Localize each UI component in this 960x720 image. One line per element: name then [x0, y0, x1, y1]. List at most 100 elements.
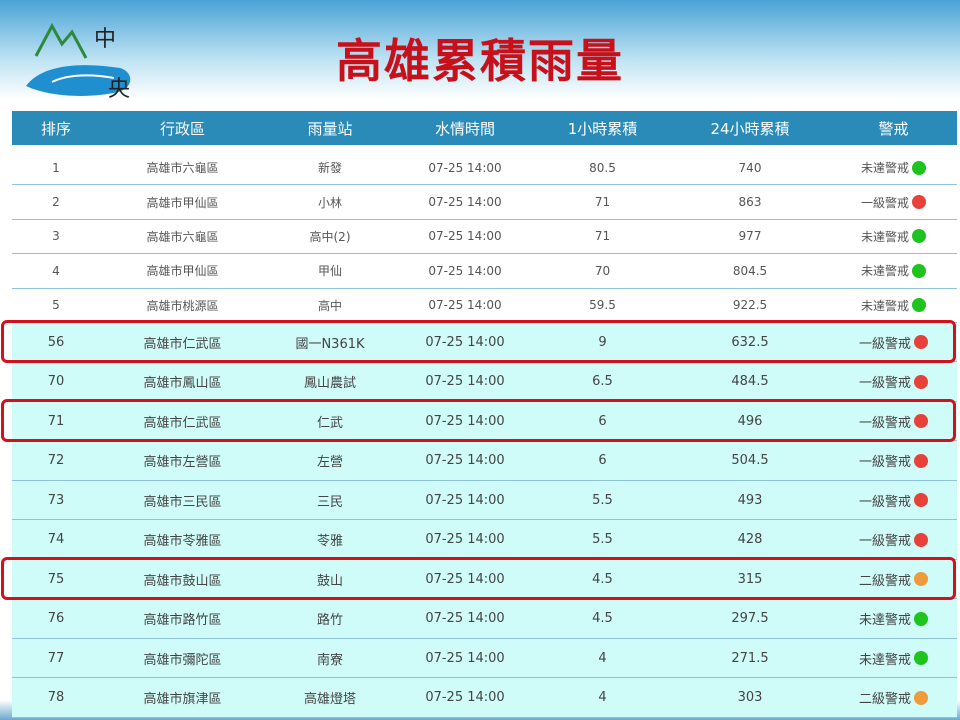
- cell-time: 07-25 14:00: [425, 453, 505, 469]
- cell-time: 07-25 14:00: [428, 263, 502, 278]
- cell-24h: 977: [738, 229, 762, 244]
- cell-1h: 4.5: [592, 611, 613, 627]
- status-dot-icon: [914, 414, 928, 429]
- cell-alert: 未達警戒: [830, 159, 957, 176]
- cell-station: 鳳山農試: [303, 376, 356, 392]
- cell-time: 07-25 14:00: [428, 195, 502, 210]
- cell-rank: 71: [47, 413, 65, 429]
- svg-text:央: 央: [108, 77, 130, 102]
- table-row[interactable]: 76 高雄市路竹區 路竹 07-25 14:00 4.5 297.5 未達警戒: [12, 599, 957, 639]
- cell-station: 南寮: [316, 652, 343, 668]
- status-dot-icon: [914, 374, 928, 389]
- status-dot-icon: [914, 611, 928, 626]
- table-row[interactable]: 71 高雄市仁武區 仁武 07-25 14:00 6 496 一級警戒: [12, 401, 957, 442]
- cell-station: 苓雅: [316, 534, 343, 550]
- table-row[interactable]: 72 高雄市左營區 左營 07-25 14:00 6 504.5 一級警戒: [12, 441, 957, 481]
- col-time-header[interactable]: 水情時間: [395, 118, 535, 139]
- cell-alert: 二級警戒: [830, 688, 957, 707]
- cell-rank: 78: [47, 690, 65, 706]
- cell-rank: 73: [47, 492, 65, 508]
- table-row[interactable]: 70 高雄市鳳山區 鳳山農試 07-25 14:00 6.5 484.5 一級警戒: [12, 362, 957, 402]
- cell-1h: 59.5: [589, 298, 616, 313]
- cell-1h: 9: [598, 334, 607, 350]
- cell-rank: 3: [52, 229, 60, 244]
- alert-label: 未達警戒: [860, 161, 909, 176]
- cell-alert: 未達警戒: [830, 649, 957, 668]
- status-dot-icon: [914, 532, 928, 547]
- alert-label: 未達警戒: [860, 298, 909, 313]
- table-row[interactable]: 56 高雄市仁武區 國一N361K 07-25 14:00 9 632.5 一級警戒: [12, 322, 957, 363]
- col-station-header[interactable]: 雨量站: [265, 118, 395, 139]
- status-dot-icon: [912, 229, 926, 244]
- cell-1h: 71: [594, 229, 611, 244]
- cell-station: 國一N361K: [295, 336, 365, 352]
- cell-district: 高雄市旗津區: [143, 692, 222, 708]
- cell-district: 高雄市左營區: [143, 455, 222, 471]
- alert-label: 一級警戒: [860, 195, 909, 210]
- cell-rank: 1: [52, 160, 60, 175]
- cell-time: 07-25 14:00: [425, 611, 505, 627]
- cell-rank: 4: [52, 263, 60, 278]
- cell-station: 高雄燈塔: [303, 692, 356, 708]
- status-dot-icon: [914, 453, 928, 468]
- cell-station: 高中(2): [309, 229, 351, 244]
- cell-time: 07-25 14:00: [425, 690, 505, 706]
- table-row[interactable]: 75 高雄市鼓山區 鼓山 07-25 14:00 4.5 315 二級警戒: [12, 559, 957, 600]
- col-district-header[interactable]: 行政區: [100, 118, 265, 139]
- cell-station: 甲仙: [317, 264, 342, 279]
- cell-time: 07-25 14:00: [428, 160, 502, 175]
- table-row[interactable]: 4 高雄市甲仙區 甲仙 07-25 14:00 70 804.5 未達警戒: [12, 254, 957, 289]
- col-rank-header[interactable]: 排序: [12, 118, 100, 139]
- cell-district: 高雄市桃源區: [146, 298, 219, 313]
- table-body: 1 高雄市六龜區 新發 07-25 14:00 80.5 740 未達警戒 2 高雄市甲仙區 小林…: [12, 151, 957, 718]
- table-row[interactable]: 1 高雄市六龜區 新發 07-25 14:00 80.5 740 未達警戒: [12, 151, 957, 186]
- cell-alert: 一級警戒: [830, 530, 957, 549]
- table-row[interactable]: 78 高雄市旗津區 高雄燈塔 07-25 14:00 4 303 二級警戒: [12, 678, 957, 718]
- cell-rank: 70: [47, 374, 65, 390]
- table-row[interactable]: 73 高雄市三民區 三民 07-25 14:00 5.5 493 一級警戒: [12, 480, 957, 521]
- cell-1h: 6: [598, 453, 607, 469]
- cell-district: 高雄市甲仙區: [146, 264, 219, 279]
- alert-label: 一級警戒: [858, 376, 911, 392]
- status-dot-icon: [914, 335, 928, 350]
- cell-alert: 一級警戒: [830, 372, 957, 391]
- status-dot-icon: [912, 263, 926, 278]
- cell-1h: 4.5: [592, 571, 613, 587]
- cell-district: 高雄市仁武區: [143, 415, 222, 431]
- cell-time: 07-25 14:00: [425, 374, 505, 390]
- status-dot-icon: [912, 160, 926, 175]
- cell-1h: 71: [594, 195, 611, 210]
- table-row[interactable]: 5 高雄市桃源區 高中 07-25 14:00 59.5 922.5 未達警戒: [12, 288, 957, 323]
- cell-station: 三民: [316, 494, 343, 510]
- cell-24h: 863: [738, 195, 762, 210]
- cell-24h: 922.5: [732, 298, 768, 313]
- cell-time: 07-25 14:00: [425, 571, 505, 587]
- cell-district: 高雄市甲仙區: [146, 195, 219, 210]
- alert-label: 未達警戒: [860, 229, 909, 244]
- cell-time: 07-25 14:00: [425, 413, 505, 429]
- table-row[interactable]: 2 高雄市甲仙區 小林 07-25 14:00 71 863 一級警戒: [12, 185, 957, 220]
- cell-1h: 70: [594, 263, 611, 278]
- cell-district: 高雄市仁武區: [143, 336, 222, 352]
- col-1h-header[interactable]: 1小時累積: [535, 118, 670, 139]
- cell-time: 07-25 14:00: [428, 229, 502, 244]
- alert-label: 一級警戒: [858, 494, 911, 510]
- table-row[interactable]: 77 高雄市彌陀區 南寮 07-25 14:00 4 271.5 未達警戒: [12, 638, 957, 679]
- cell-time: 07-25 14:00: [428, 298, 502, 313]
- table-row[interactable]: 74 高雄市苓雅區 苓雅 07-25 14:00 5.5 428 一級警戒: [12, 520, 957, 560]
- col-alert-header[interactable]: 警戒: [830, 118, 957, 139]
- cell-alert: 一級警戒: [830, 491, 957, 510]
- cell-time: 07-25 14:00: [425, 334, 505, 350]
- cell-station: 鼓山: [316, 573, 343, 589]
- cell-1h: 4: [598, 650, 607, 666]
- cell-station: 路竹: [316, 613, 343, 629]
- table-row[interactable]: 3 高雄市六龜區 高中(2) 07-25 14:00 71 977 未達警戒: [12, 219, 957, 255]
- col-24h-header[interactable]: 24小時累積: [670, 118, 830, 139]
- cell-24h: 428: [737, 532, 763, 548]
- alert-label: 二級警戒: [858, 573, 911, 589]
- cell-rank: 74: [47, 532, 65, 548]
- alert-label: 未達警戒: [858, 613, 911, 629]
- cell-rank: 76: [47, 611, 65, 627]
- cell-alert: 一級警戒: [830, 194, 957, 211]
- cell-alert: 未達警戒: [830, 609, 957, 628]
